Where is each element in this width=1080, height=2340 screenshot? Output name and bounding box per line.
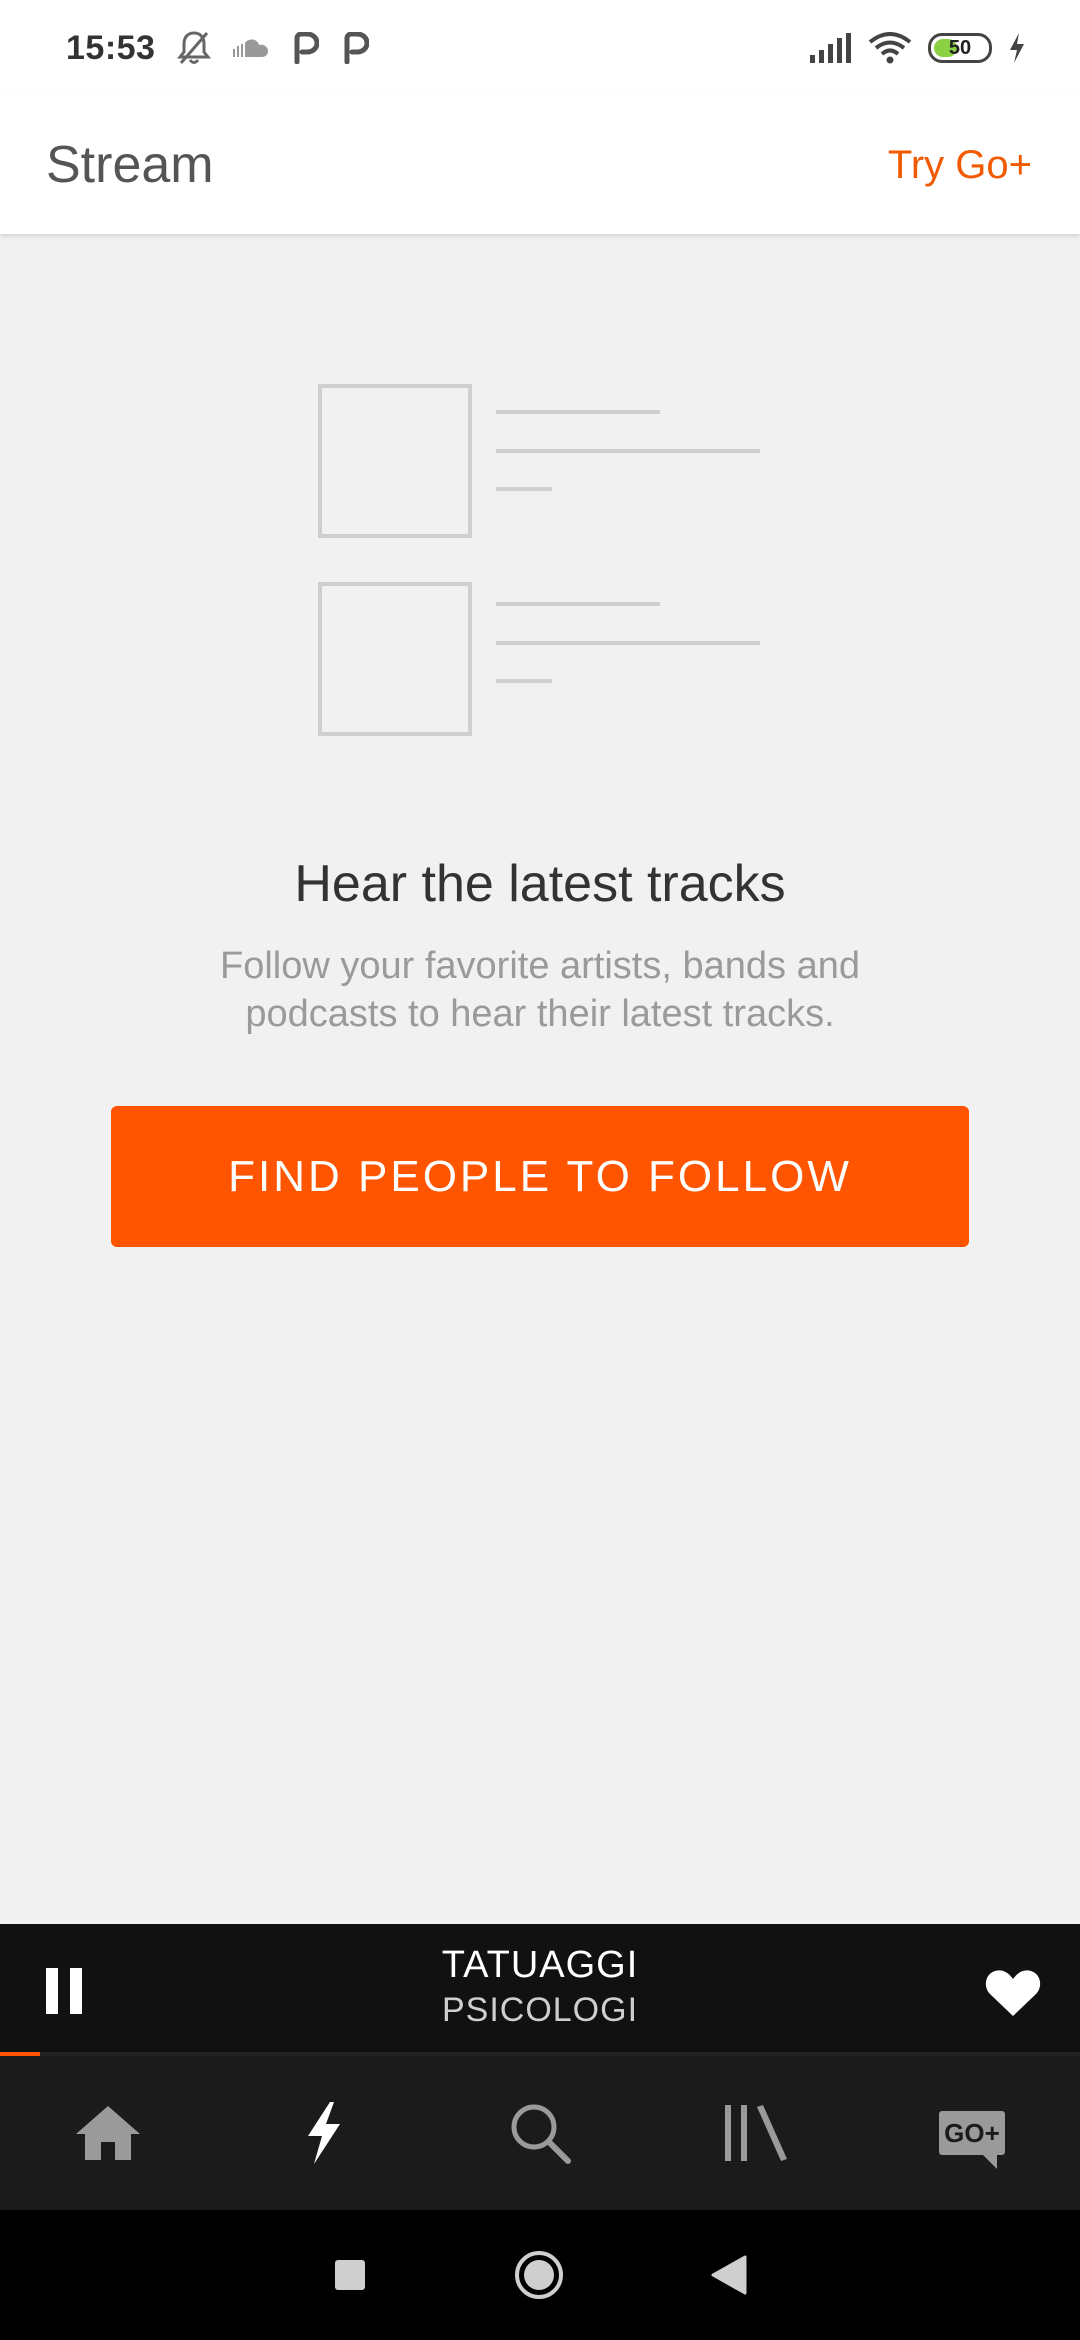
placeholder-artwork [318, 384, 472, 538]
empty-state-subtitle: Follow your favorite artists, bands and … [220, 945, 860, 1035]
pause-icon [70, 1968, 82, 2014]
go-plus-label: GO+ [944, 2117, 1000, 2148]
nav-stream[interactable] [216, 2056, 432, 2210]
nav-search[interactable] [432, 2056, 648, 2210]
status-bar: 15:53 50 [0, 0, 1080, 96]
status-right: 50 [810, 32, 1026, 64]
p-icon [291, 32, 320, 64]
wifi-icon [868, 32, 912, 64]
pause-icon [46, 1968, 58, 2014]
heart-icon [985, 1970, 1041, 2016]
mini-player[interactable]: TATUAGGI PSICOLOGI [0, 1924, 1080, 2056]
back-button[interactable] [711, 2255, 747, 2295]
nav-home[interactable] [0, 2056, 216, 2210]
app-bar: Stream Try Go+ [0, 96, 1080, 234]
recents-button[interactable] [333, 2258, 367, 2292]
find-people-button[interactable]: FIND PEOPLE TO FOLLOW [111, 1106, 969, 1247]
nav-go-plus[interactable]: GO+ [864, 2056, 1080, 2210]
track-artist: PSICOLOGI [441, 1991, 639, 2029]
placeholder-artwork [318, 582, 472, 736]
nav-library[interactable] [648, 2056, 864, 2210]
track-info[interactable]: TATUAGGI PSICOLOGI [240, 1944, 840, 2030]
track-title: TATUAGGI [441, 1944, 639, 1986]
home-button[interactable] [513, 2249, 565, 2301]
empty-state-title: Hear the latest tracks [294, 855, 786, 913]
status-time: 15:53 [66, 28, 156, 67]
empty-stream-illustration [318, 384, 760, 736]
bottom-nav: GO+ [0, 2056, 1080, 2210]
home-icon [76, 2106, 140, 2160]
lightning-icon [308, 2102, 340, 2164]
mute-icon [177, 30, 212, 66]
go-plus-icon: GO+ [939, 2111, 1005, 2169]
search-icon [511, 2104, 571, 2164]
try-go-plus-link[interactable]: Try Go+ [888, 143, 1032, 188]
like-button[interactable] [984, 1968, 1042, 2023]
signal-icon [810, 33, 852, 63]
system-nav [0, 2210, 1080, 2340]
battery-icon: 50 [928, 33, 992, 63]
soundcloud-icon [233, 37, 269, 59]
pause-button[interactable] [46, 1968, 86, 2014]
stream-content[interactable]: Hear the latest tracks Follow your favor… [0, 234, 1080, 1924]
battery-level: 50 [948, 36, 972, 59]
library-icon [725, 2105, 787, 2161]
p-icon [341, 32, 370, 64]
page-title: Stream [46, 136, 214, 194]
status-left: 15:53 [66, 28, 370, 68]
charging-icon [1008, 33, 1026, 63]
